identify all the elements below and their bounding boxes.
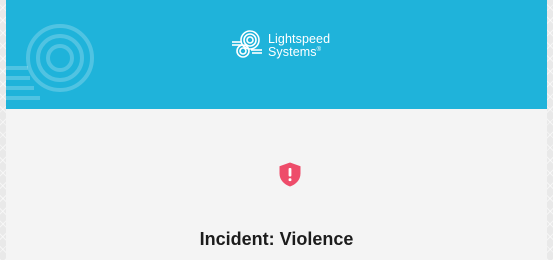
lightspeed-logo-icon — [232, 30, 262, 58]
shield-alert-icon — [279, 162, 301, 187]
trademark-symbol: ® — [316, 46, 322, 53]
incident-title: Incident: Violence — [199, 229, 354, 249]
brand-name-line2: Systems — [268, 45, 317, 59]
email-content: Incident: Violence — [6, 109, 547, 260]
brand-logo: Lightspeed Systems® — [229, 28, 330, 64]
notification-email: Lightspeed Systems® Incident: Violence — [6, 0, 547, 260]
email-header: Lightspeed Systems® — [6, 0, 547, 109]
background-logo-watermark-icon — [6, 24, 94, 100]
